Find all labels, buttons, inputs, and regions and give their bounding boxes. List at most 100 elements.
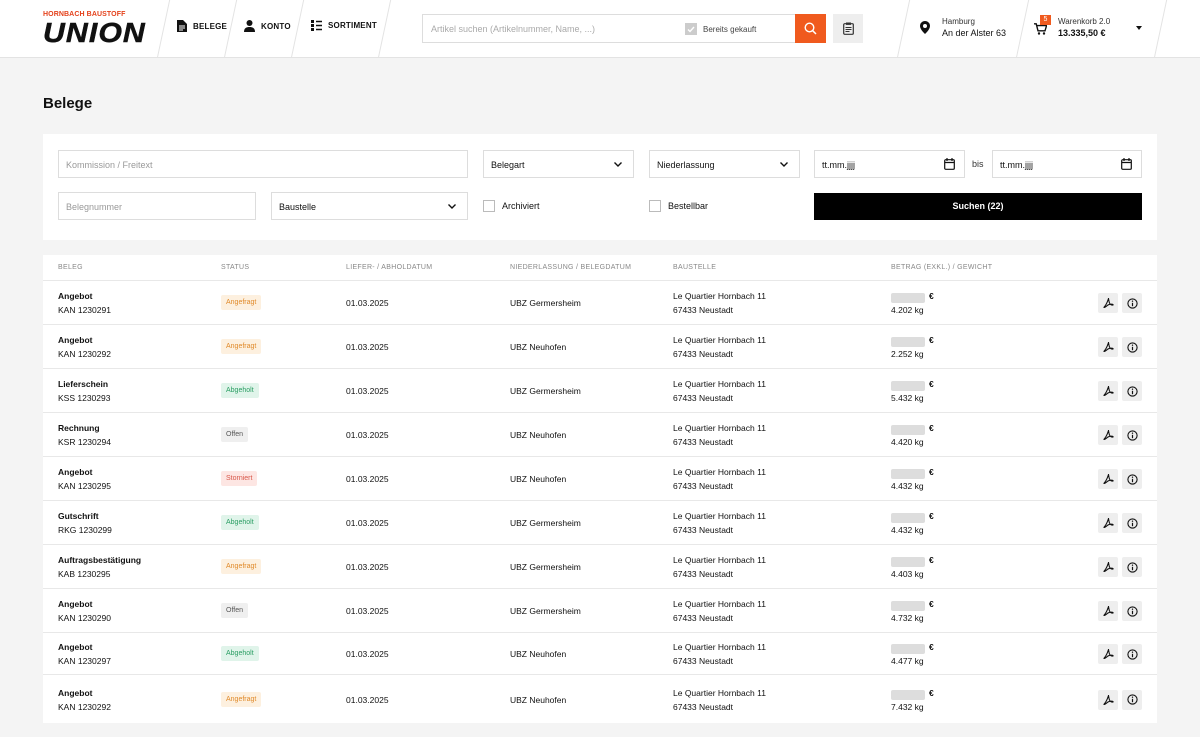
site-street: Le Quartier Hornbach 11 (673, 642, 766, 652)
beleg-type[interactable]: Angebot (58, 688, 92, 698)
pdf-download-button[interactable] (1098, 644, 1118, 664)
info-button[interactable] (1122, 337, 1142, 357)
pdf-download-button[interactable] (1098, 469, 1118, 489)
info-icon (1126, 605, 1138, 617)
search-submit-button[interactable]: Suchen (22) (814, 193, 1142, 220)
table-row[interactable]: Angebot KAN 1230295 Storniert 01.03.2025 UBZ… (43, 456, 1157, 500)
beleg-type[interactable]: Angebot (58, 642, 92, 652)
status-badge: Abgeholt (221, 646, 259, 661)
header-divider (290, 0, 305, 58)
search-input[interactable]: Artikel suchen (Artikelnummer, Name, ...… (422, 14, 796, 43)
table-row[interactable]: Angebot KAN 1230292 Angefragt 01.03.2025 UBZ… (43, 324, 1157, 368)
branch: UBZ Neuhofen (510, 430, 567, 440)
pdf-icon (1102, 474, 1114, 484)
site-city: 67433 Neustadt (673, 569, 734, 579)
amount-hidden (891, 557, 925, 567)
nav-item-konto[interactable]: KONTO (244, 20, 291, 32)
bereits-gekauft-checkbox[interactable] (685, 23, 697, 35)
pdf-download-button[interactable] (1098, 425, 1118, 445)
pdf-download-button[interactable] (1098, 337, 1118, 357)
niederlassung-value: Niederlassung (657, 160, 715, 170)
chevron-down-icon (448, 204, 456, 209)
chevron-down-icon[interactable] (1136, 26, 1142, 30)
search-button[interactable] (795, 14, 826, 43)
brand-logo[interactable]: HORNBACH BAUSTOFF UNION (43, 10, 145, 47)
info-button[interactable] (1122, 689, 1142, 710)
nav-item-sortiment[interactable]: SORTIMENT (311, 20, 377, 31)
beleg-type[interactable]: Angebot (58, 291, 92, 301)
date-from-input[interactable]: tt.mm.jjjj (814, 150, 965, 178)
table-row[interactable]: Auftragsbestätigung KAB 1230295 Angefragt 0… (43, 544, 1157, 588)
pdf-download-button[interactable] (1098, 557, 1118, 577)
table-row[interactable]: Angebot KAN 1230290 Offen 01.03.2025 UBZ Ger… (43, 588, 1157, 632)
status-badge: Angefragt (221, 339, 262, 354)
pdf-download-button[interactable] (1098, 513, 1118, 533)
info-button[interactable] (1122, 513, 1142, 533)
info-button[interactable] (1122, 381, 1142, 401)
table-row[interactable]: Rechnung KSR 1230294 Offen 01.03.2025 UBZ Ne… (43, 412, 1157, 456)
kommission-input[interactable]: Kommission / Freitext (58, 150, 468, 178)
beleg-type[interactable]: Auftragsbestätigung (58, 555, 141, 565)
baustelle-select[interactable]: Baustelle (271, 192, 468, 220)
top-header: HORNBACH BAUSTOFF UNION BELEGE KONTO SOR… (0, 0, 1200, 58)
amount-hidden (891, 513, 925, 523)
pdf-download-button[interactable] (1098, 689, 1118, 710)
weight: 4.420 kg (891, 437, 924, 447)
site-city: 67433 Neustadt (673, 525, 734, 535)
pdf-download-button[interactable] (1098, 601, 1118, 621)
beleg-type[interactable]: Angebot (58, 335, 92, 345)
calendar-icon[interactable] (944, 158, 955, 170)
table-row[interactable]: Gutschrift RKG 1230299 Abgeholt 01.03.2025 U… (43, 500, 1157, 544)
bestellbar-checkbox[interactable]: Bestellbar (649, 200, 708, 212)
delivery-date: 01.03.2025 (346, 606, 389, 616)
table-row[interactable]: Angebot KAN 1230291 Angefragt 01.03.2025 UBZ… (43, 280, 1157, 324)
weight: 4.432 kg (891, 525, 924, 535)
table-row[interactable]: Angebot KAN 1230297 Abgeholt 01.03.2025 UBZ … (43, 632, 1157, 674)
table-row[interactable]: Angebot KAN 1230292 Angefragt 01.03.2025 UBZ… (43, 674, 1157, 723)
table-row[interactable]: Lieferschein KSS 1230293 Abgeholt 01.03.202… (43, 368, 1157, 412)
beleg-number: KSR 1230294 (58, 437, 111, 447)
branch: UBZ Neuhofen (510, 342, 567, 352)
pdf-icon (1102, 430, 1114, 440)
pdf-icon (1102, 342, 1114, 352)
amount-currency: € (929, 291, 934, 301)
weight: 4.732 kg (891, 613, 924, 623)
beleg-type[interactable]: Angebot (58, 599, 92, 609)
niederlassung-select[interactable]: Niederlassung (649, 150, 800, 178)
header-divider (377, 0, 392, 58)
branch: UBZ Neuhofen (510, 474, 567, 484)
info-button[interactable] (1122, 557, 1142, 577)
archiviert-label: Archiviert (502, 201, 540, 211)
info-button[interactable] (1122, 425, 1142, 445)
amount-currency: € (929, 335, 934, 345)
pdf-download-button[interactable] (1098, 293, 1118, 313)
info-button[interactable] (1122, 293, 1142, 313)
amount-hidden (891, 293, 925, 303)
beleg-type[interactable]: Angebot (58, 467, 92, 477)
header-divider (1153, 0, 1168, 58)
date-to-input[interactable]: tt.mm.jjjj (992, 150, 1142, 178)
weight: 2.252 kg (891, 349, 924, 359)
info-button[interactable] (1122, 469, 1142, 489)
beleg-type[interactable]: Rechnung (58, 423, 100, 433)
info-button[interactable] (1122, 601, 1142, 621)
amount-hidden (891, 601, 925, 611)
delivery-date: 01.03.2025 (346, 518, 389, 528)
belegnummer-input[interactable]: Belegnummer (58, 192, 256, 220)
nav-item-belege[interactable]: BELEGE (177, 20, 227, 32)
beleg-type[interactable]: Gutschrift (58, 511, 99, 521)
weight: 4.477 kg (891, 656, 924, 666)
calendar-icon[interactable] (1121, 158, 1132, 170)
delivery-date: 01.03.2025 (346, 562, 389, 572)
info-button[interactable] (1122, 644, 1142, 664)
beleg-type[interactable]: Lieferschein (58, 379, 108, 389)
archiviert-checkbox[interactable]: Archiviert (483, 200, 540, 212)
site-street: Le Quartier Hornbach 11 (673, 423, 766, 433)
shopping-list-button[interactable] (833, 14, 863, 43)
branch: UBZ Germersheim (510, 562, 581, 572)
belege-table: BELEG STATUS LIEFER- / ABHOLDATUM NIEDER… (43, 255, 1157, 723)
status-badge: Offen (221, 427, 248, 442)
pdf-download-button[interactable] (1098, 381, 1118, 401)
belegart-select[interactable]: Belegart (483, 150, 634, 178)
branch: UBZ Germersheim (510, 298, 581, 308)
